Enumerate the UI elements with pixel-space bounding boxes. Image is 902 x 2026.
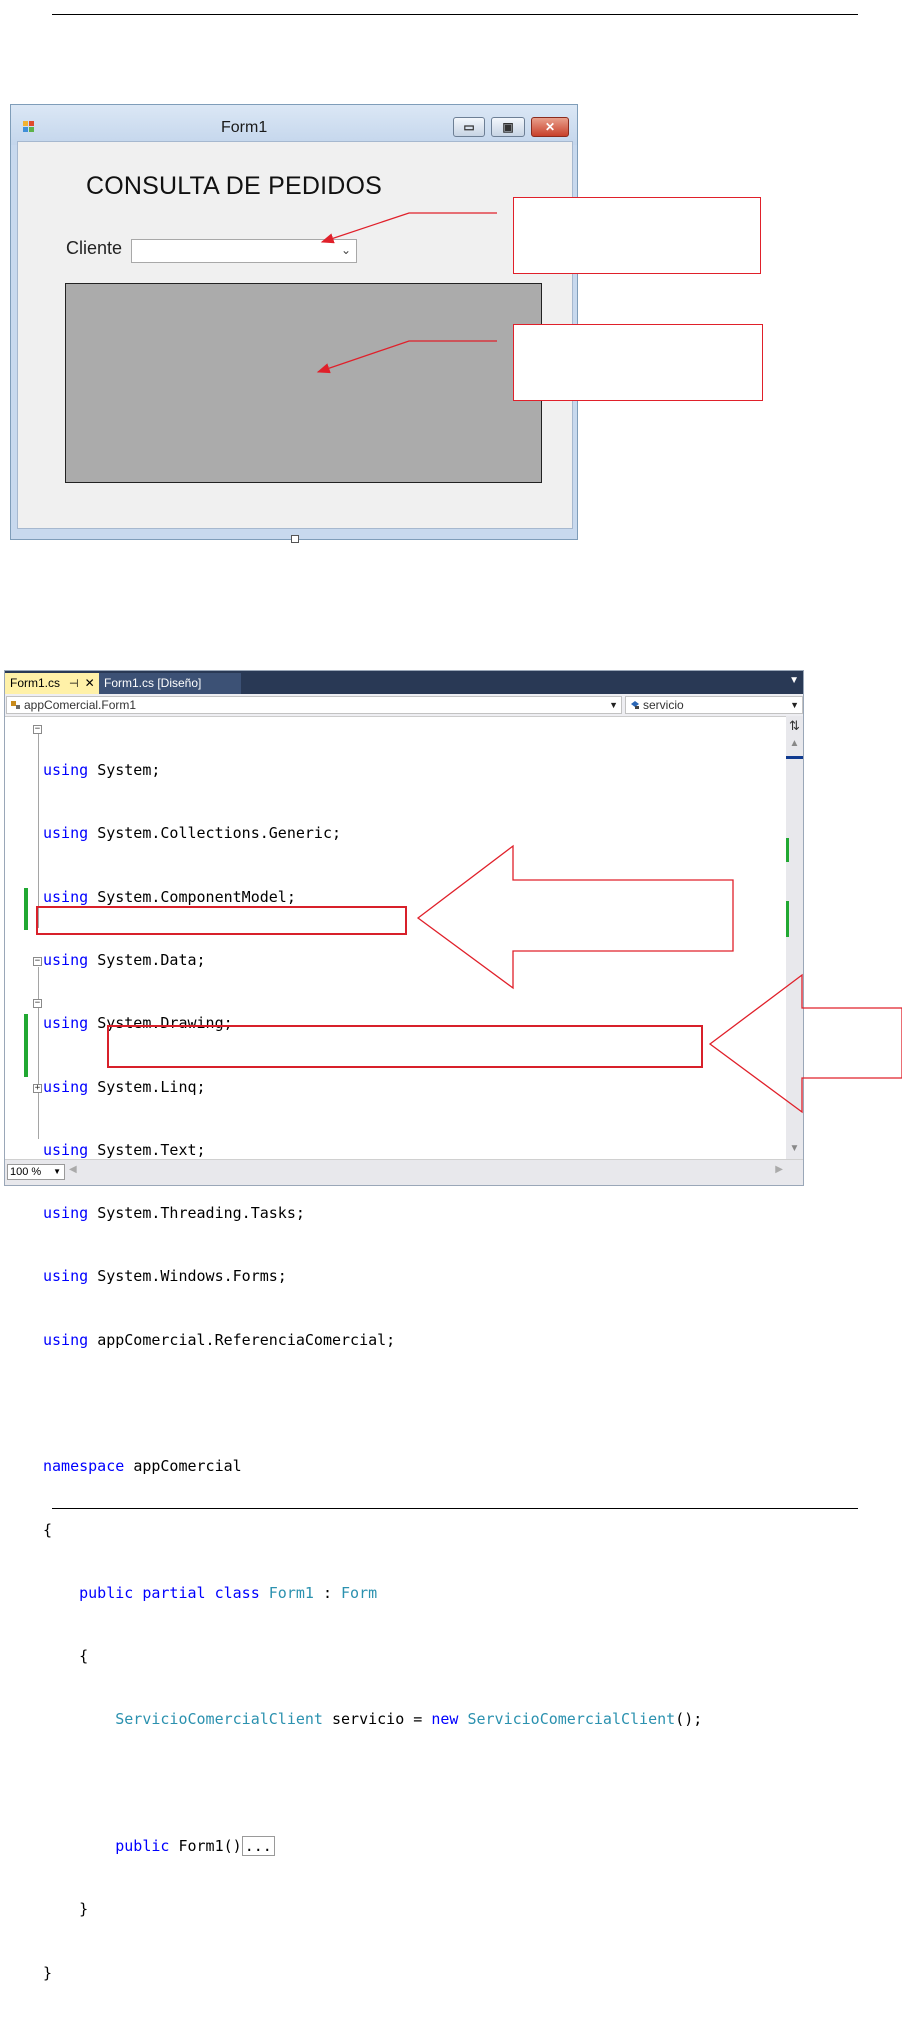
arrow-to-combo [320, 212, 497, 244]
code-line: } [43, 1900, 89, 1919]
bottom-rule [52, 1508, 858, 1509]
type-name: Form1 [268, 1583, 314, 1602]
annotation-overlay [316, 212, 902, 1114]
code-line: } [43, 1963, 53, 1982]
code-line: { [43, 1647, 89, 1666]
code-line: public partial class Form1 : Form [79, 1583, 378, 1602]
big-arrow-servicio [708, 973, 902, 1114]
kw: public [79, 1583, 134, 1602]
type-name: ServicioComercialClient [115, 1710, 323, 1729]
collapsed-region[interactable]: ... [241, 1835, 275, 1856]
kw: public [115, 1836, 170, 1855]
big-arrow-using [416, 844, 734, 990]
code-line: ServicioComercialClient servicio = new S… [115, 1710, 703, 1729]
kw: partial [142, 1583, 206, 1602]
kw-new: new [431, 1710, 459, 1729]
code-line: { [43, 1520, 53, 1539]
kw: class [214, 1583, 260, 1602]
arrow-to-grid [316, 340, 497, 374]
type-name: Form [341, 1583, 378, 1602]
type-name: ServicioComercialClient [467, 1710, 676, 1729]
code-line: public Form1()... [43, 1835, 702, 1857]
